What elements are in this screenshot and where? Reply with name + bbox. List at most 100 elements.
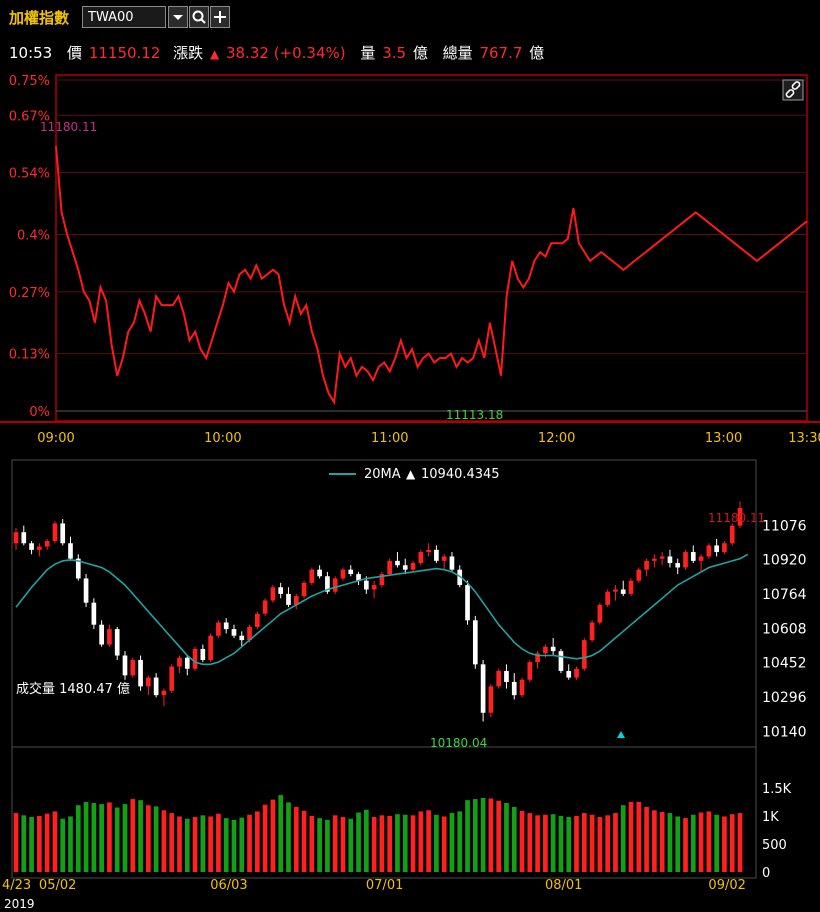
link-button[interactable] <box>782 79 804 101</box>
quote-time: 10:53 <box>9 44 53 62</box>
candle-body <box>465 585 470 621</box>
volume-bar <box>68 816 73 872</box>
daily-x-tick-label: 08/01 <box>545 878 582 893</box>
candle-body <box>449 556 455 570</box>
candle-body <box>340 569 346 579</box>
candle-body <box>714 545 719 553</box>
volume-bar <box>636 801 642 872</box>
volume-bar <box>340 817 346 872</box>
intraday-y-tick-label: 0.75% <box>9 74 50 89</box>
intraday-x-tick-label: 12:00 <box>538 431 575 446</box>
candle-body <box>301 582 307 597</box>
daily-x-tick-label: 09/02 <box>708 878 745 893</box>
volume-bar <box>511 806 517 872</box>
volume-bar <box>690 814 696 872</box>
volume-bar <box>130 799 136 872</box>
candle-body <box>169 666 175 691</box>
volume-summary-label: 成交量 1480.47 億 <box>16 681 130 697</box>
price-value: 11150.12 <box>88 44 161 62</box>
symbol-dropdown-button[interactable] <box>168 6 188 28</box>
volume-bar <box>613 813 618 872</box>
volume-bar <box>543 814 548 872</box>
candle-body <box>262 600 268 614</box>
candle-body <box>153 677 159 696</box>
search-button[interactable] <box>189 6 209 28</box>
volume-bar <box>293 806 299 872</box>
daily-y-tick-label: 10920 <box>762 553 807 569</box>
volume-bar <box>262 804 268 872</box>
volume-bar <box>363 809 369 872</box>
candle-body <box>122 655 128 676</box>
volume-bar <box>667 813 673 872</box>
candle-body <box>37 546 42 550</box>
volume-bar <box>114 807 120 872</box>
volume-bar <box>434 814 439 872</box>
toolbar: 加權指數 TWA00 <box>0 0 820 36</box>
candle-body <box>146 677 151 687</box>
candle-body <box>200 648 206 660</box>
volume-bar <box>504 802 509 872</box>
candle-body <box>683 552 688 568</box>
volume-bar <box>714 814 719 872</box>
volume-bar <box>37 815 42 872</box>
volume-bar <box>192 817 198 872</box>
daily-y-tick-label: 10608 <box>762 621 807 637</box>
volume-bar <box>597 817 603 872</box>
volume-bar <box>231 819 237 872</box>
candle-body <box>636 569 642 581</box>
volume-bar <box>223 818 229 872</box>
candle-body <box>566 670 572 678</box>
triangle-up-icon <box>617 731 625 738</box>
candle-body <box>511 681 517 696</box>
volume-bar <box>581 813 587 872</box>
intraday-y-tick-label: 0% <box>29 405 50 420</box>
candle-body <box>83 578 89 603</box>
candle-body <box>418 552 424 564</box>
intraday-chart: 0.75%0.67%0.54%0.4%0.27%0.13%0% 09:00 10:… <box>0 74 820 446</box>
candle-body <box>729 525 735 544</box>
candle-body <box>91 602 97 625</box>
candle-body <box>722 543 727 553</box>
volume-bar <box>558 815 564 872</box>
daily-x-tick-label: 06/03 <box>210 878 247 893</box>
symbol-input[interactable]: TWA00 <box>82 6 166 28</box>
volume-bar <box>472 799 478 872</box>
intraday-plot-frame <box>55 74 808 422</box>
volume-bar <box>628 801 634 872</box>
volume-bar <box>441 816 447 872</box>
volume-bar <box>184 818 190 872</box>
total-volume-value: 767.7 <box>479 44 523 62</box>
volume-bar <box>659 811 665 872</box>
volume-bar <box>122 804 128 872</box>
candle-body <box>550 646 556 652</box>
candle-body <box>208 635 213 660</box>
volume-bar <box>278 795 284 872</box>
volume-bar <box>332 815 338 872</box>
volume-bar <box>91 802 97 872</box>
volume-bar <box>309 815 315 872</box>
volume-bar <box>706 811 712 872</box>
volume-bar <box>465 800 470 872</box>
volume-bar <box>83 801 89 872</box>
volume-bar <box>496 800 502 872</box>
intraday-low-label: 11113.18 <box>446 408 503 422</box>
candle-body <box>581 640 587 669</box>
volume-bar <box>325 819 330 872</box>
volume-value: 3.5 <box>382 44 407 62</box>
volume-bar <box>589 814 595 872</box>
volume-bar <box>169 813 175 872</box>
volume-bar <box>605 815 610 872</box>
volume-unit: 億 <box>412 44 428 62</box>
volume-bar <box>13 813 19 872</box>
candle-body <box>68 543 73 559</box>
plus-icon <box>214 11 226 23</box>
volume-bar <box>480 797 486 872</box>
year-label: 2019 <box>4 897 35 911</box>
candle-body <box>472 620 478 665</box>
candle-body <box>574 668 579 678</box>
candle-body <box>309 569 315 583</box>
candle-body <box>488 686 494 713</box>
volume-bar <box>675 816 681 872</box>
ma-legend-arrow: ▲ <box>406 467 416 481</box>
add-button[interactable] <box>210 6 230 28</box>
